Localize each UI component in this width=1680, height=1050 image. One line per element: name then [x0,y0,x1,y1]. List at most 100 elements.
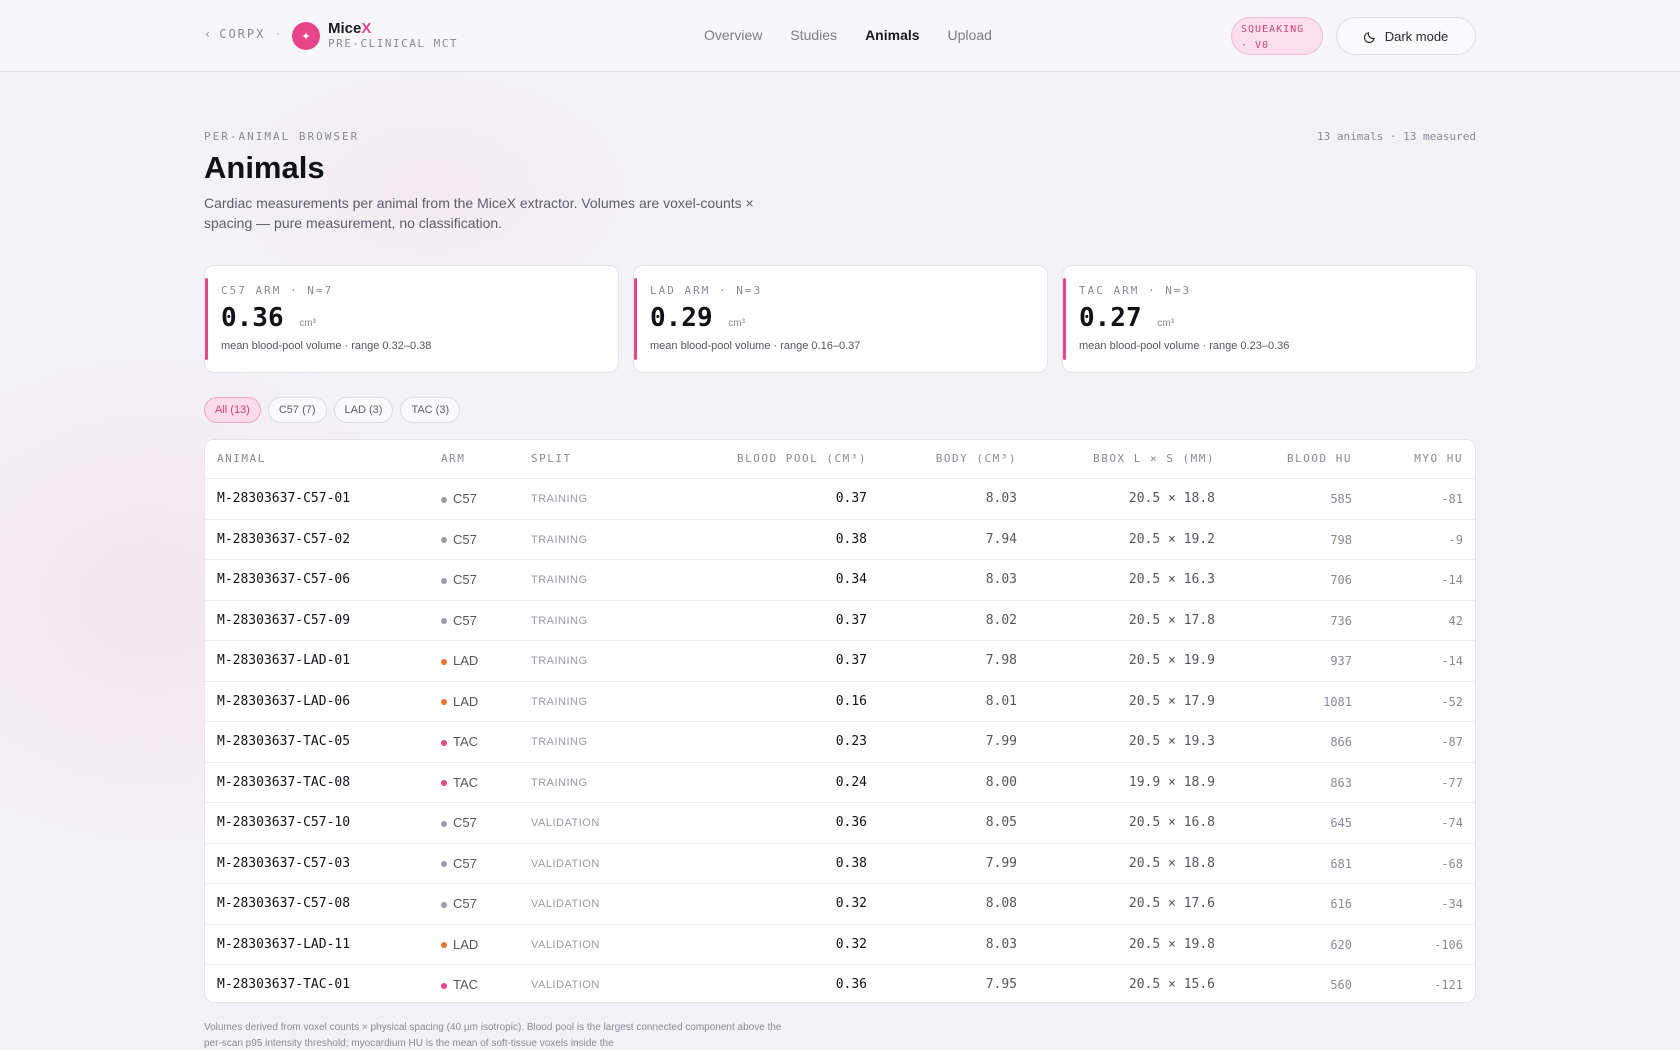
table-row[interactable]: M-28303637-TAC-08 TAC TRAINING 0.24 8.00 19.9… [205,761,1475,803]
brand-subtitle: PRE-CLINICAL MCT [328,37,458,50]
card-unit: cm³ [728,318,745,329]
cell-blood-hu: 645 [1330,816,1352,830]
cell-animal: M-28303637-C57-09 [217,612,351,628]
arm-dot-icon [441,658,447,665]
table-row[interactable]: M-28303637-LAD-11 LAD VALIDATION 0.32 8.03 20… [205,923,1475,965]
filter-chip[interactable]: C57 (7) [267,397,327,423]
cell-animal: M-28303637-TAC-05 [217,734,351,749]
arm-dot-icon [441,901,447,908]
card-note: mean blood-pool volume · range 0.16–0.37 [650,340,861,352]
arm-dot-icon [441,739,447,746]
filter-chip[interactable]: LAD (3) [333,397,394,423]
cell-arm: LAD [441,925,478,965]
arm-dot-icon [441,496,447,503]
card-value: 0.27 cm³ [1079,303,1476,333]
cell-animal: M-28303637-C57-10 [217,815,351,830]
table-row[interactable]: M-28303637-C57-02 C57 TRAINING 0.38 7.94 20.5… [205,518,1475,560]
cell-myo-hu: -68 [1441,856,1463,871]
animal-count: 13 animals · 13 measured [1317,130,1476,143]
cell-blood-pool: 0.32 [835,936,867,952]
table-row[interactable]: M-28303637-TAC-05 TAC TRAINING 0.23 7.99 20.5… [205,721,1475,762]
cell-blood-hu: 620 [1330,937,1352,952]
table-row[interactable]: M-28303637-C57-06 C57 TRAINING 0.34 8.03 20.5… [205,559,1475,600]
cell-animal: M-28303637-LAD-01 [217,653,351,668]
column-header-bbox[interactable]: BBOX L × S (MM) [1093,440,1215,478]
column-header-myo-hu[interactable]: MYO HU [1414,440,1463,478]
cell-split: TRAINING [531,655,588,667]
cell-body: 8.00 [985,774,1017,790]
logo-sparkle-icon[interactable]: ✦ [292,22,320,50]
card-note: mean blood-pool volume · range 0.23–0.36 [1079,340,1290,352]
cell-animal: M-28303637-TAC-01 [217,977,351,992]
cell-bbox: 20.5 × 19.2 [1128,531,1215,547]
table-row[interactable]: M-28303637-LAD-01 LAD TRAINING 0.37 7.98 20.5… [205,640,1475,681]
column-header-split[interactable]: SPLIT [531,440,572,478]
table-row[interactable]: M-28303637-C57-09 C57 TRAINING 0.37 8.02 20.5… [205,599,1475,641]
table-row[interactable]: M-28303637-C57-03 C57 VALIDATION 0.38 7.99 20… [205,842,1475,884]
cell-myo-hu: -52 [1441,694,1463,709]
cell-body: 8.03 [985,936,1017,952]
cell-animal: M-28303637-C57-06 [217,572,351,587]
back-link[interactable]: ‹ CORPX [204,27,265,41]
cell-arm: LAD [441,682,478,722]
brand-name: MiceX [328,20,372,37]
cell-arm: C57 [441,803,477,843]
card-value-number: 0.29 [650,303,713,333]
cell-myo-hu: -87 [1441,735,1463,749]
cell-arm: C57 [441,560,477,600]
cell-body: 7.94 [985,531,1017,547]
cell-animal: M-28303637-LAD-11 [217,936,351,952]
filter-chip[interactable]: TAC (3) [400,397,461,423]
dark-mode-button[interactable]: Dark mode [1336,17,1476,55]
table-row[interactable]: M-28303637-C57-10 C57 VALIDATION 0.36 8.05 20… [205,802,1475,843]
cell-blood-pool: 0.37 [835,612,867,628]
card-unit: cm³ [299,318,316,329]
cell-body: 7.98 [985,653,1017,668]
column-header-blood-pool[interactable]: BLOOD POOL (CM³) [737,440,867,478]
cell-bbox: 20.5 × 19.3 [1128,734,1215,749]
column-header-arm[interactable]: ARM [441,440,465,478]
cell-arm: C57 [441,844,477,884]
cell-myo-hu: -14 [1441,654,1463,668]
cell-myo-hu: -121 [1434,978,1463,992]
table-row[interactable]: M-28303637-TAC-01 TAC VALIDATION 0.36 7.95 20… [205,964,1475,1002]
cell-blood-pool: 0.34 [835,572,867,587]
table-row[interactable]: M-28303637-C57-08 C57 VALIDATION 0.32 8.08 20… [205,883,1475,924]
arm-label: LAD [453,936,479,952]
summary-card: C57 ARM · N=7 0.36 cm³ mean blood-pool vol… [204,265,619,373]
column-header-blood-hu[interactable]: BLOOD HU [1287,440,1352,478]
summary-card: LAD ARM · N=3 0.29 cm³ mean blood-pool vol… [633,265,1048,373]
arm-dot-icon [441,699,447,706]
card-accent-bar [634,278,637,360]
table-row[interactable]: M-28303637-LAD-06 LAD TRAINING 0.16 8.01 20.5… [205,680,1475,722]
nav-studies[interactable]: Studies [790,27,837,43]
moon-icon [1363,31,1375,43]
nav-animals[interactable]: Animals [865,27,919,43]
cell-split: VALIDATION [531,979,600,991]
cell-bbox: 20.5 × 17.6 [1128,896,1215,911]
cell-bbox: 20.5 × 18.8 [1128,855,1215,871]
arm-dot-icon [441,861,447,868]
cell-blood-hu: 1081 [1323,694,1352,709]
nav-upload[interactable]: Upload [948,27,992,43]
cell-animal: M-28303637-C57-08 [217,896,351,911]
cell-body: 7.95 [985,977,1017,992]
arm-dot-icon [441,780,447,787]
nav-overview[interactable]: Overview [704,27,762,43]
arm-label: TAC [453,734,479,749]
cell-bbox: 20.5 × 19.9 [1128,653,1215,668]
cell-split: TRAINING [531,736,588,748]
cell-arm: C57 [441,520,477,560]
cell-myo-hu: -77 [1441,775,1463,790]
cell-bbox: 20.5 × 16.3 [1128,572,1215,587]
top-bar: ‹ CORPX · ✦ MiceX PRE-CLINICAL MCT Overv… [0,0,1680,72]
filter-chip[interactable]: All (13) [204,397,261,423]
table-row[interactable]: M-28303637-C57-01 C57 TRAINING 0.37 8.03 20.5… [205,478,1475,519]
cell-split: TRAINING [531,493,588,505]
cell-blood-pool: 0.23 [835,734,867,749]
column-header-animal[interactable]: ANIMAL [217,440,266,478]
cell-myo-hu: -81 [1441,492,1463,506]
column-header-body[interactable]: BODY (CM³) [936,440,1017,478]
arm-label: C57 [453,855,477,871]
cell-blood-hu: 560 [1330,978,1352,992]
